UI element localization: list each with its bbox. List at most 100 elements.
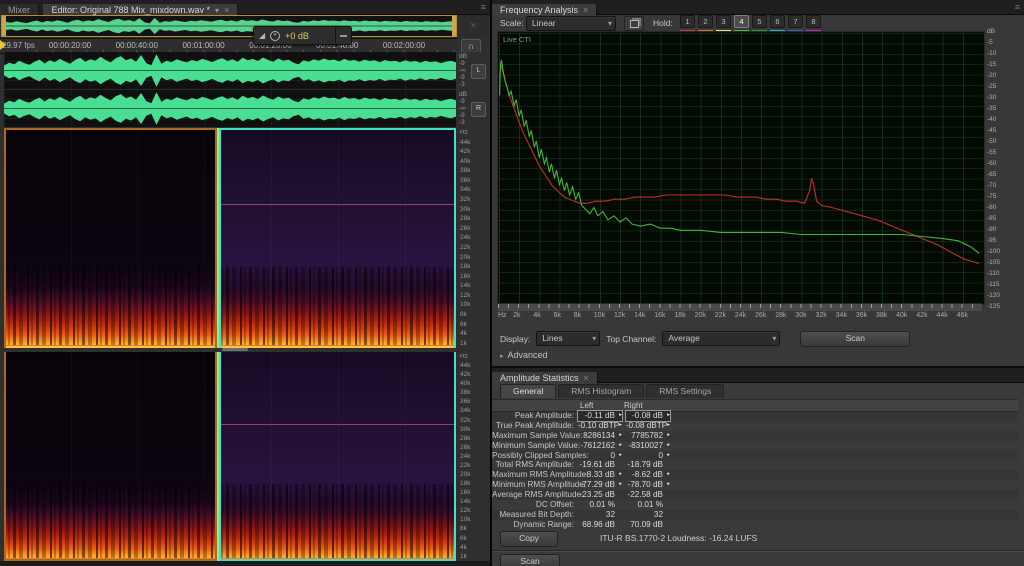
frequency-axis-label: 22k — [714, 312, 727, 319]
waveform-right-channel[interactable] — [4, 90, 456, 127]
scale-dropdown[interactable]: Linear ▾ — [526, 16, 616, 31]
hud-pin-button[interactable] — [335, 26, 352, 45]
copy-button[interactable]: Copy — [500, 531, 558, 547]
channel-l-button[interactable]: L — [471, 64, 486, 79]
close-icon[interactable]: × — [584, 373, 589, 383]
find-level-marker-icon[interactable]: ▸ — [663, 441, 670, 451]
spectrogram-display[interactable] — [4, 128, 456, 561]
find-level-marker-icon[interactable]: ▸ — [615, 411, 622, 421]
find-level-marker-icon[interactable]: ▸ — [615, 480, 622, 490]
stats-value-cell-left[interactable]: 0.01 % — [578, 500, 622, 510]
waveform-left-channel[interactable] — [4, 52, 456, 89]
stats-row-label: Minimum Sample Value: — [492, 440, 581, 450]
stats-value-cell-right[interactable]: -0.08 dBTP ▸ — [626, 421, 670, 431]
hold-button-7[interactable]: 7 — [788, 15, 803, 32]
stats-value-cell-left[interactable]: 0 ▸ — [578, 451, 622, 461]
stats-value-cell-left[interactable]: -0.10 dBTP ▸ — [578, 421, 622, 431]
scan-statistics-button[interactable]: Scan — [500, 554, 560, 566]
channel-r-button[interactable]: R — [471, 102, 486, 117]
db-axis-label: -25 — [987, 83, 997, 90]
stats-value-cell-right[interactable]: -8.62 dB ▸ — [626, 470, 670, 480]
display-dropdown[interactable]: Lines ▾ — [536, 331, 601, 346]
panel-menu-icon[interactable]: ≡ — [481, 2, 486, 12]
stats-value-cell-left[interactable]: 32 — [578, 510, 622, 520]
stats-value-cell-right[interactable]: -22.58 dB — [626, 490, 670, 500]
find-level-marker-icon[interactable]: ▸ — [663, 480, 670, 490]
find-level-marker-icon[interactable]: ▸ — [663, 431, 670, 441]
playhead-caret[interactable] — [0, 40, 6, 50]
stats-value-cell-right[interactable]: -78.70 dB ▸ — [626, 480, 670, 490]
stats-value-cell-right[interactable]: 70.09 dB — [626, 520, 670, 530]
tab-amplitude-statistics[interactable]: Amplitude Statistics × — [492, 371, 598, 385]
hold-button-6[interactable]: 6 — [770, 15, 785, 32]
panel-menu-icon[interactable]: ≡ — [1015, 2, 1020, 12]
close-icon[interactable]: × — [224, 5, 229, 15]
stats-value: -0.11 dB — [584, 411, 615, 420]
stats-value-cell-right[interactable]: -18.79 dB — [626, 460, 670, 470]
db-axis-label: -15 — [987, 61, 997, 68]
stats-value-cell-left[interactable]: -8.33 dB ▸ — [578, 470, 622, 480]
snapshot-graph-button[interactable] — [624, 16, 644, 31]
find-level-marker-icon[interactable]: ▸ — [663, 411, 670, 421]
db-scale-labels: dB -9 -∞ -9 -3 — [459, 91, 467, 126]
volume-knob-icon[interactable] — [270, 30, 281, 41]
editor-panel: Mixer Editor: Original 788 Mix_mixdown.w… — [0, 0, 492, 566]
frequency-axis: Hz 2k 4k 6k 8k 10k 12k 14k 16k 18k 20k 22k 24k 26k 28k… — [498, 312, 1003, 322]
navigator-settings-icon[interactable]: × — [458, 15, 489, 37]
stats-value-cell-left[interactable]: -0.11 dB ▸ — [577, 410, 623, 422]
find-level-marker-icon[interactable]: ▸ — [615, 431, 622, 441]
stats-value-cell-right[interactable]: -0.08 dB ▸ — [625, 410, 671, 422]
subtab-rms-settings[interactable]: RMS Settings — [646, 384, 725, 398]
scan-button[interactable]: Scan — [800, 330, 911, 347]
hold-button-2[interactable]: 2 — [698, 15, 713, 32]
stats-value-cell-left[interactable]: -77.29 dB ▸ — [578, 480, 622, 490]
playhead-cti-line[interactable] — [217, 128, 219, 561]
find-level-marker-icon[interactable]: ▸ — [663, 451, 670, 461]
frequency-scale-label: Hz — [460, 353, 468, 360]
overview-navigator[interactable] — [1, 15, 457, 37]
stats-row: Measured Bit Depth: 32 32 — [492, 509, 1018, 520]
find-level-marker-icon[interactable]: ▸ — [663, 470, 670, 480]
stats-value-cell-right[interactable]: -8310027 ▸ — [626, 441, 670, 451]
stats-value-cell-left[interactable]: 68.96 dB — [578, 520, 622, 530]
frequency-scale-label: 22k — [460, 243, 471, 251]
stats-row-label: Maximum Sample Value: — [492, 430, 583, 440]
find-level-marker-icon[interactable]: ▸ — [615, 470, 622, 480]
frequency-plot[interactable]: Live CTI — [498, 32, 984, 304]
selection-right-region[interactable] — [219, 128, 456, 561]
volume-hud[interactable]: ◢ +0 dB — [253, 26, 343, 45]
find-level-marker-icon[interactable]: ▸ — [615, 441, 622, 451]
advanced-toggle[interactable]: ▸ Advanced — [500, 350, 548, 360]
hold-button-3[interactable]: 3 — [716, 15, 731, 32]
chevron-down-icon[interactable]: ▾ — [215, 6, 219, 15]
frequency-scale-label: 42k — [460, 148, 471, 156]
subtab-rms-histogram[interactable]: RMS Histogram — [558, 384, 645, 398]
frequency-scale-label: 8k — [460, 525, 467, 533]
stats-value-cell-right[interactable]: 0 ▸ — [626, 451, 670, 461]
subtab-general[interactable]: General — [500, 384, 557, 398]
stats-value-cell-left[interactable]: -7612162 ▸ — [578, 441, 622, 451]
zoom-scrollbar-handle[interactable] — [222, 348, 248, 351]
frequency-scale-labels: Hz 44k 42k 40k 38k 36k 34k 32k 30k 28k 26k 24k 22k 20… — [460, 129, 470, 347]
stats-value-cell-left[interactable]: -23.25 dB — [578, 490, 622, 500]
find-level-marker-icon[interactable]: ▸ — [667, 421, 670, 431]
stats-value-cell-right[interactable]: 32 — [626, 510, 670, 520]
find-level-marker-icon[interactable]: ▸ — [615, 451, 622, 461]
hud-gain-value[interactable]: +0 dB — [285, 31, 309, 41]
hold-button-4[interactable]: 4 — [734, 15, 749, 32]
stats-value-cell-left[interactable]: -19.61 dB — [578, 460, 622, 470]
hold-button-1[interactable]: 1 — [680, 15, 695, 32]
stats-row-label: True Peak Amplitude: — [496, 420, 574, 430]
find-level-marker-icon[interactable]: ▸ — [619, 421, 622, 431]
loudness-readout: ITU-R BS.1770-2 Loudness: -16.24 LUFS — [600, 533, 758, 543]
stats-value: -23.25 dB — [579, 490, 615, 500]
stats-row: Possibly Clipped Samples: 0 ▸ 0 ▸ — [492, 450, 1018, 461]
stats-value-cell-right[interactable]: 7785782 ▸ — [626, 431, 670, 441]
hold-button-5[interactable]: 5 — [752, 15, 767, 32]
frequency-scale-label: 40k — [460, 157, 471, 165]
selection-left-region[interactable] — [4, 128, 217, 561]
hold-button-8[interactable]: 8 — [806, 15, 821, 32]
stats-value-cell-right[interactable]: 0.01 % — [626, 500, 670, 510]
stats-value-cell-left[interactable]: 8286134 ▸ — [578, 431, 622, 441]
top-channel-dropdown[interactable]: Average ▾ — [662, 331, 781, 346]
